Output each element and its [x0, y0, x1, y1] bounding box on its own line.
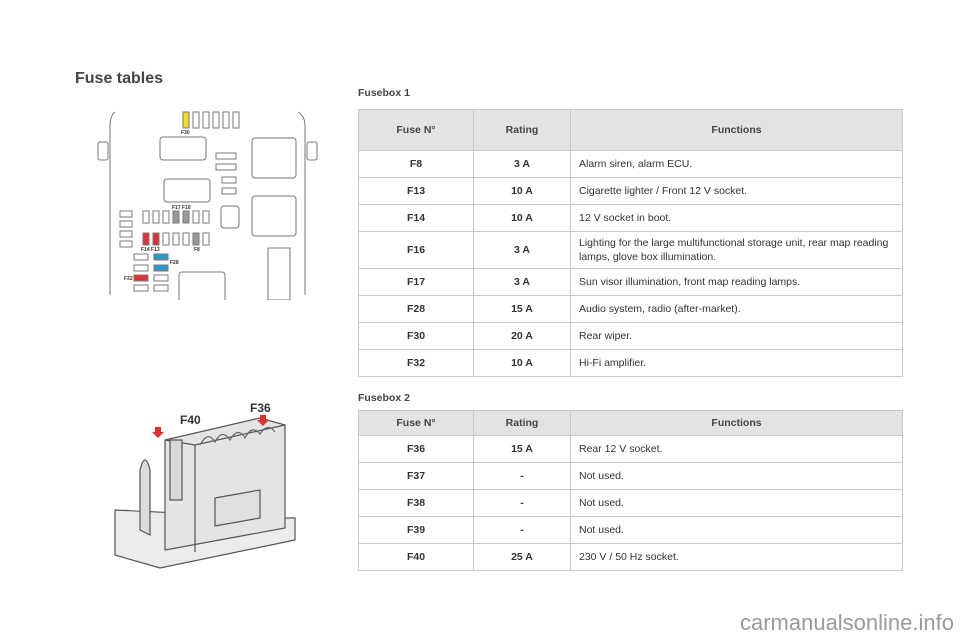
table-row: F14 10 A 12 V socket in boot.: [358, 204, 903, 232]
function-cell: Cigarette lighter / Front 12 V socket.: [570, 177, 903, 205]
header-rating: Rating: [473, 109, 571, 151]
rating-cell: -: [473, 489, 571, 517]
label-f36: F36: [250, 401, 271, 415]
label-f40: F40: [180, 413, 201, 427]
table-row: F17 3 A Sun visor illumination, front map …: [358, 268, 903, 296]
header-rating: Rating: [473, 410, 571, 436]
rating-cell: 15 A: [473, 435, 571, 463]
function-cell: Not used.: [570, 462, 903, 490]
page-title: Fuse tables: [75, 70, 164, 87]
fusebox-1-label: Fusebox 1: [358, 87, 410, 99]
function-cell: 12 V socket in boot.: [570, 204, 903, 232]
fuse-cell: F36: [358, 435, 474, 463]
function-cell: Lighting for the large multifunctional s…: [570, 231, 903, 269]
label-f14-f13: F14 F13: [141, 247, 160, 253]
fusebox-1-diagram: F30 F17 F16 F14 F13 F8 F28 F32: [97, 111, 318, 300]
watermark[interactable]: carmanualsonline.info: [740, 610, 954, 636]
fuse-cell: F13: [358, 177, 474, 205]
header-functions: Functions: [570, 109, 903, 151]
label-f32: F32: [124, 276, 133, 282]
function-cell: Hi-Fi amplifier.: [570, 349, 903, 377]
rating-cell: 3 A: [473, 150, 571, 178]
table-row: F37- Not used.: [358, 462, 903, 490]
function-cell: 230 V / 50 Hz socket.: [570, 543, 903, 571]
fusebox-2-table: Fuse N° Rating Functions F36 15 A Rear 12 …: [358, 410, 903, 571]
fuse-cell: F8: [358, 150, 474, 178]
table-row: F36 15 A Rear 12 V socket.: [358, 435, 903, 463]
rating-cell: 15 A: [473, 295, 571, 323]
fuse-cell: F39: [358, 516, 474, 544]
table-row: F8 3 A Alarm siren, alarm ECU.: [358, 150, 903, 178]
header-functions: Functions: [570, 410, 903, 436]
fuse-cell: F16: [358, 231, 474, 269]
table-row: F16 3 A Lighting for the large multifuncti…: [358, 231, 903, 269]
fuse-cell: F17: [358, 268, 474, 296]
table-header: Fuse N° Rating Functions: [358, 410, 903, 436]
fuse-cell: F28: [358, 295, 474, 323]
function-cell: Rear 12 V socket.: [570, 435, 903, 463]
function-cell: Not used.: [570, 489, 903, 517]
header-fuse: Fuse N°: [358, 410, 474, 436]
table-row: F39- Not used.: [358, 516, 903, 544]
table-row: F28 15 A Audio system, radio (after-market…: [358, 295, 903, 323]
label-f28: F28: [170, 260, 179, 266]
rating-cell: 10 A: [473, 177, 571, 205]
fuse-cell: F30: [358, 322, 474, 350]
fuse-cell: F40: [358, 543, 474, 571]
function-cell: Rear wiper.: [570, 322, 903, 350]
label-f8: F8: [194, 247, 200, 253]
rating-cell: 3 A: [473, 231, 571, 269]
fusebox-2-label: Fusebox 2: [358, 392, 410, 404]
rating-cell: 10 A: [473, 204, 571, 232]
function-cell: Not used.: [570, 516, 903, 544]
fuse-cell: F32: [358, 349, 474, 377]
function-cell: Sun visor illumination, front map readin…: [570, 268, 903, 296]
table-header: Fuse N° Rating Functions: [358, 109, 903, 151]
fusebox-1-table: Fuse N° Rating Functions F8 3 A Alarm sire…: [358, 109, 903, 377]
header-fuse: Fuse N°: [358, 109, 474, 151]
function-cell: Alarm siren, alarm ECU.: [570, 150, 903, 178]
function-cell: Audio system, radio (after-market).: [570, 295, 903, 323]
label-f17-f16: F17 F16: [172, 205, 191, 211]
table-row: F38- Not used.: [358, 489, 903, 517]
fuse-cell: F37: [358, 462, 474, 490]
rating-cell: -: [473, 462, 571, 490]
rating-cell: 10 A: [473, 349, 571, 377]
label-f30: F30: [181, 130, 190, 136]
fuse-cell: F14: [358, 204, 474, 232]
table-row: F32 10 A Hi-Fi amplifier.: [358, 349, 903, 377]
table-row: F40 25 A 230 V / 50 Hz socket.: [358, 543, 903, 571]
fuse-cell: F38: [358, 489, 474, 517]
table-row: F30 20 A Rear wiper.: [358, 322, 903, 350]
fusebox-2-diagram: F40 F36: [114, 401, 296, 569]
rating-cell: 25 A: [473, 543, 571, 571]
table-row: F13 10 A Cigarette lighter / Front 12 V so…: [358, 177, 903, 205]
rating-cell: 20 A: [473, 322, 571, 350]
rating-cell: 3 A: [473, 268, 571, 296]
rating-cell: -: [473, 516, 571, 544]
